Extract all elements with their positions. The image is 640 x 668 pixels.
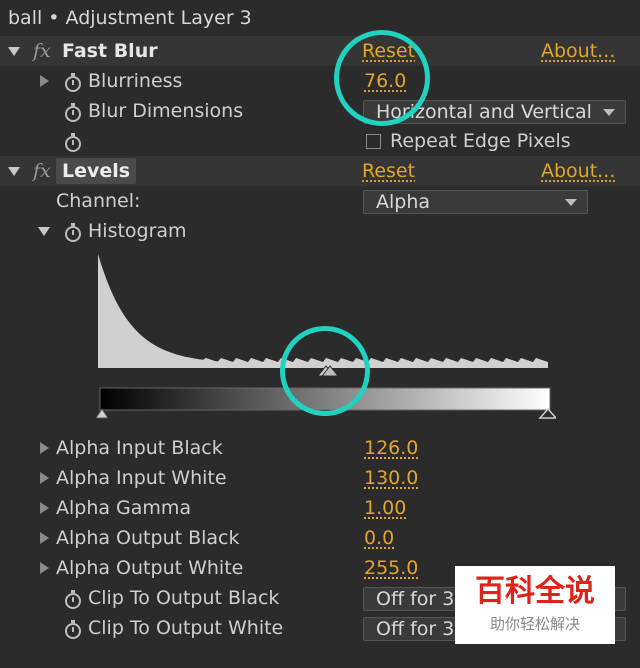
alpha-property-row: Alpha Input White 130.0 (0, 463, 640, 493)
expand-triangle-icon[interactable] (40, 502, 49, 514)
collapse-triangle-icon[interactable] (8, 167, 20, 176)
alpha-property-label: Alpha Output Black (56, 527, 240, 549)
alpha-property-row: Alpha Output Black 0.0 (0, 523, 640, 553)
alpha-property-row: Alpha Gamma 1.00 (0, 493, 640, 523)
stopwatch-icon[interactable] (65, 73, 81, 92)
channel-dropdown[interactable]: Alpha (363, 190, 588, 214)
alpha-property-label: Alpha Input White (56, 467, 227, 489)
chevron-down-icon (565, 199, 577, 206)
clip-black-value: Off for 3 (376, 588, 455, 610)
stopwatch-icon[interactable] (65, 620, 81, 639)
watermark-logo: 百科全说 助你轻松解决 (455, 566, 615, 644)
levels-reset-link[interactable]: Reset (362, 156, 415, 186)
alpha-property-value[interactable]: 126.0 (364, 433, 418, 463)
expand-triangle-icon[interactable] (40, 442, 49, 454)
chevron-down-icon (603, 109, 615, 116)
alpha-property-value[interactable]: 255.0 (364, 553, 418, 583)
blur-dimensions-row: Blur Dimensions Horizontal and Vertical (0, 96, 640, 126)
expand-triangle-icon[interactable] (40, 75, 49, 87)
histogram-label: Histogram (88, 220, 187, 242)
channel-label: Channel: (56, 190, 141, 212)
watermark-title: 百科全说 (475, 574, 595, 609)
blurriness-label: Blurriness (88, 70, 183, 92)
collapse-triangle-icon[interactable] (38, 227, 50, 236)
panel-title: ball • Adjustment Layer 3 (8, 7, 252, 29)
blur-dimensions-label: Blur Dimensions (88, 100, 244, 122)
levels-about-link[interactable]: About... (541, 156, 615, 186)
repeat-edge-checkbox[interactable] (366, 134, 381, 149)
highlight-circle (280, 326, 370, 416)
watermark-subtitle: 助你轻松解决 (489, 615, 580, 633)
clip-white-value: Off for 3 (376, 618, 455, 640)
expand-triangle-icon[interactable] (40, 472, 49, 484)
effect-name-fast-blur: Fast Blur (62, 40, 158, 62)
repeat-edge-row: Repeat Edge Pixels (0, 126, 640, 156)
alpha-property-label: Alpha Gamma (56, 497, 192, 519)
collapse-triangle-icon[interactable] (8, 47, 20, 56)
clip-black-label: Clip To Output Black (88, 587, 280, 609)
expand-triangle-icon[interactable] (40, 562, 49, 574)
expand-triangle-icon[interactable] (40, 532, 49, 544)
channel-value: Alpha (376, 191, 431, 213)
channel-row: Channel: Alpha (0, 186, 640, 216)
fast-blur-header[interactable]: fx Fast Blur Reset About... (0, 36, 640, 66)
alpha-property-value[interactable]: 1.00 (364, 493, 406, 523)
highlight-circle (334, 30, 430, 126)
fx-icon[interactable]: fx (33, 36, 51, 66)
clip-white-label: Clip To Output White (88, 617, 284, 639)
blurriness-row: Blurriness 76.0 (0, 66, 640, 96)
repeat-edge-label: Repeat Edge Pixels (390, 130, 571, 152)
stopwatch-icon[interactable] (65, 103, 81, 122)
stopwatch-icon[interactable] (65, 223, 81, 242)
histogram-row: Histogram (0, 216, 640, 246)
fx-icon[interactable]: fx (33, 156, 51, 186)
stopwatch-icon[interactable] (65, 590, 81, 609)
levels-header[interactable]: fx Levels Reset About... (0, 156, 640, 186)
alpha-property-value[interactable]: 0.0 (364, 523, 394, 553)
alpha-property-row: Alpha Input Black 126.0 (0, 433, 640, 463)
alpha-property-label: Alpha Output White (56, 557, 244, 579)
alpha-property-label: Alpha Input Black (56, 437, 223, 459)
alpha-property-value[interactable]: 130.0 (364, 463, 418, 493)
panel-header: ball • Adjustment Layer 3 (0, 3, 640, 33)
fast-blur-about-link[interactable]: About... (541, 36, 615, 66)
effect-name-levels: Levels (56, 158, 137, 184)
stopwatch-icon[interactable] (65, 133, 81, 152)
